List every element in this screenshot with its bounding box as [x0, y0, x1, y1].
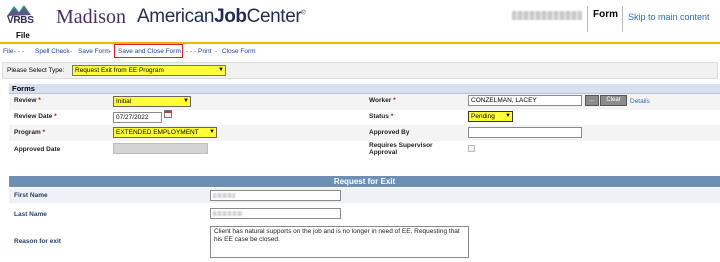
requires-supervisor-approval-label: Requires Supervisor Approval	[369, 142, 433, 156]
reason-for-exit-textarea[interactable]: Client has natural supports on the job a…	[210, 226, 469, 258]
chevron-down-icon: ▼	[183, 98, 189, 104]
last-name-redacted	[213, 211, 243, 216]
user-name-redacted	[512, 11, 582, 20]
menu-spell-check[interactable]: Spell Check	[35, 48, 70, 55]
type-select[interactable]: Request Exit from EE Program ▼	[72, 65, 226, 76]
vrbs-logo-text: VRBS	[7, 15, 34, 26]
request-for-exit-header: Request for Exit	[9, 176, 720, 187]
first-name-label: First Name	[14, 192, 48, 199]
madison-brand: Madison	[56, 6, 126, 28]
approved-date-label: Approved Date	[14, 146, 61, 153]
menu-separator: -	[70, 48, 73, 55]
file-label: File	[16, 31, 30, 40]
menu-print[interactable]: Print	[198, 48, 211, 55]
forms-section-header: Forms	[9, 84, 720, 94]
menu-separator: - - -	[14, 48, 25, 55]
last-name-label: Last Name	[14, 211, 47, 218]
chevron-down-icon: ▼	[505, 113, 511, 119]
review-label: Review *	[14, 97, 41, 104]
worker-label: Worker *	[369, 97, 396, 104]
reason-for-exit-label: Reason for exit	[14, 238, 61, 245]
form-menu-bar: File - - - Spell Check - Save Form - Sav…	[0, 42, 720, 59]
request-for-exit-title: Request for Exit	[333, 177, 396, 186]
last-name-input[interactable]	[210, 208, 341, 219]
type-selection-row: Please Select Type: Request Exit from EE…	[2, 62, 718, 79]
type-select-value: Request Exit from EE Program	[75, 67, 164, 74]
worker-browse-button[interactable]: ...	[585, 95, 599, 106]
approved-date-input	[113, 143, 208, 154]
form-nav-link[interactable]: Form	[593, 9, 618, 20]
menu-separator: -	[109, 48, 112, 55]
review-date-input[interactable]: 07/27/2022	[113, 112, 162, 123]
approved-by-label: Approved By	[369, 129, 410, 136]
worker-input[interactable]: CONZELMAN, LACEY	[468, 95, 582, 106]
status-select[interactable]: Pending ▼	[468, 111, 513, 122]
program-label: Program *	[14, 129, 46, 136]
american-job-center-brand: AmericanJobCenter®	[137, 6, 306, 27]
chevron-down-icon: ▼	[209, 129, 215, 135]
calendar-icon[interactable]	[164, 110, 172, 118]
header-divider	[587, 6, 588, 32]
worker-details-link[interactable]: Details	[630, 98, 650, 105]
review-select[interactable]: Initial ▼	[113, 96, 191, 107]
app-header: VRBS Madison AmericanJobCenter® File For…	[0, 0, 720, 42]
program-select[interactable]: EXTENDED EMPLOYMENT ▼	[113, 127, 217, 138]
first-name-input[interactable]	[210, 190, 341, 201]
menu-save-form[interactable]: Save Form	[78, 48, 110, 55]
menu-separator: -	[215, 48, 218, 55]
type-label: Please Select Type:	[7, 67, 65, 74]
form-row	[9, 188, 720, 203]
requires-supervisor-checkbox[interactable]	[468, 145, 475, 152]
menu-save-and-close-form[interactable]: Save and Close Form	[118, 48, 181, 55]
first-name-redacted	[213, 193, 235, 198]
review-date-label: Review Date *	[14, 113, 57, 120]
menu-separator: - - -	[186, 48, 197, 55]
approved-by-input[interactable]	[468, 127, 582, 138]
forms-title: Forms	[12, 84, 35, 93]
chevron-down-icon: ▼	[218, 67, 224, 73]
skip-to-main-content-link[interactable]: Skip to main content	[628, 12, 710, 22]
menu-close-form[interactable]: Close Form	[222, 48, 256, 55]
header-divider	[622, 6, 623, 32]
worker-clear-button[interactable]: Clear	[600, 95, 627, 106]
status-label: Status *	[369, 113, 394, 120]
menu-file[interactable]: File	[3, 48, 13, 55]
